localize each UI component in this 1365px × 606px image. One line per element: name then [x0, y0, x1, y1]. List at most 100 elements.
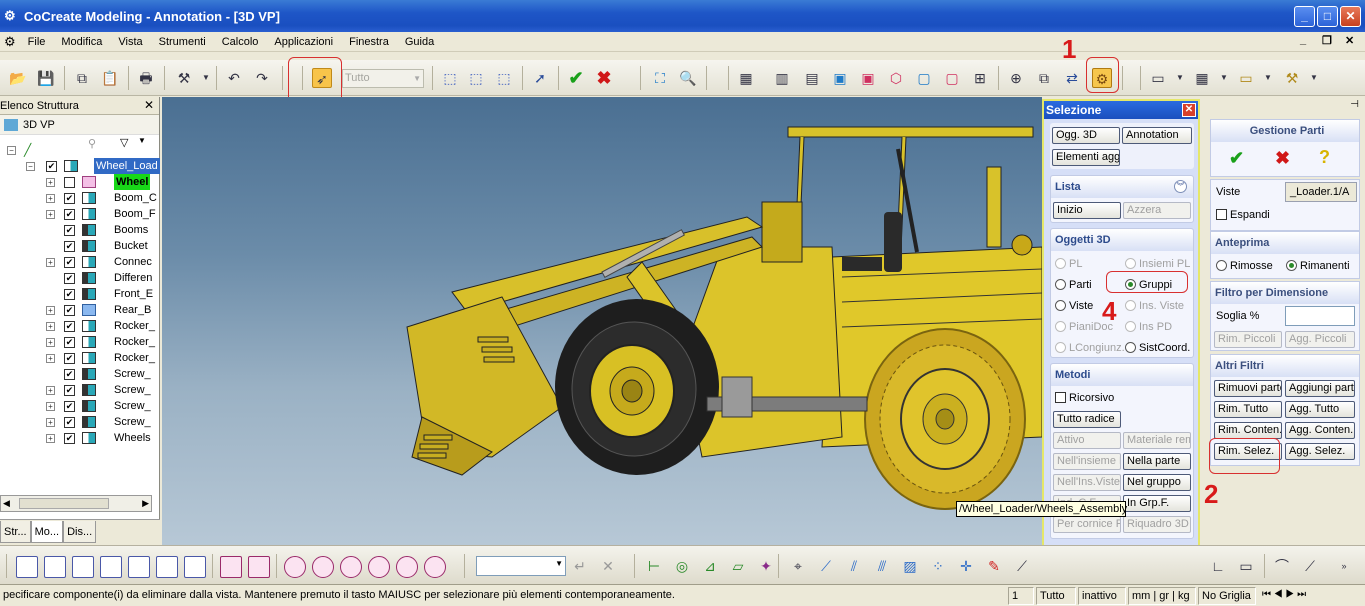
tree-row[interactable]: + ✔ Connec: [0, 254, 160, 270]
nell-insieme-p-button[interactable]: Nell'insieme P: [1053, 453, 1121, 470]
tree-row[interactable]: ✔ Front_E: [0, 286, 160, 302]
binoculars-icon[interactable]: ⚲: [88, 137, 96, 150]
annotation-button[interactable]: Annotation: [1122, 127, 1192, 144]
filter-select[interactable]: Tutto ▼: [342, 69, 424, 88]
expand-toggle-icon[interactable]: +: [46, 386, 55, 395]
expand-toggle-icon[interactable]: +: [46, 338, 55, 347]
doc-gear-icon[interactable]: ⚙: [0, 32, 20, 52]
circle-3pt-icon[interactable]: [312, 556, 334, 578]
agg-piccoli-button[interactable]: Agg. Piccoli: [1285, 331, 1355, 348]
nell-ins-viste-button[interactable]: Nell'Ins.Viste: [1053, 474, 1121, 491]
line-cross-icon[interactable]: [156, 556, 178, 578]
tools-icon[interactable]: ⚒: [1282, 68, 1302, 88]
menu-vista[interactable]: Vista: [110, 32, 150, 52]
construction-tangent-icon[interactable]: [248, 556, 270, 578]
close-button[interactable]: ✕: [1340, 6, 1361, 27]
line-horizontal-icon[interactable]: [44, 556, 66, 578]
parallel-lines-icon[interactable]: ⫽: [844, 556, 864, 576]
per-cornice-f-button[interactable]: Per cornice F: [1053, 516, 1121, 533]
toolbar-more-icon[interactable]: »: [1334, 556, 1354, 576]
rim-conten-button[interactable]: Rim. Conten.: [1214, 422, 1282, 439]
tree-row[interactable]: + ✔ Screw_: [0, 398, 160, 414]
agg-selez-button[interactable]: Agg. Selez.: [1285, 443, 1355, 460]
visibility-checkbox[interactable]: ✔: [64, 385, 75, 396]
circle-tool-icon[interactable]: ◎: [672, 556, 692, 576]
menu-applicazioni[interactable]: Applicazioni: [266, 32, 341, 52]
open-folder-icon[interactable]: 📂: [8, 68, 28, 88]
visibility-checkbox[interactable]: ✔: [64, 257, 75, 268]
dropdown-arrow-icon[interactable]: ▼: [1170, 68, 1190, 88]
tree-row[interactable]: ✔ Bucket: [0, 238, 160, 254]
rectangle-icon[interactable]: ▭: [1236, 556, 1256, 576]
status-grid[interactable]: No Griglia: [1198, 587, 1256, 605]
circle-offset-icon[interactable]: [424, 556, 446, 578]
tree-row[interactable]: + ✔ Wheels: [0, 430, 160, 446]
nella-parte-button[interactable]: Nella parte: [1123, 453, 1191, 470]
line-parallel-icon[interactable]: [128, 556, 150, 578]
visibility-checkbox[interactable]: ✔: [64, 289, 75, 300]
chevron-down-icon[interactable]: ▼: [138, 136, 146, 145]
visibility-checkbox[interactable]: ✔: [64, 433, 75, 444]
tree-row[interactable]: + ✔ Boom_C: [0, 190, 160, 206]
view-box-icon[interactable]: ▣: [830, 68, 850, 88]
ogg-3d-button[interactable]: Ogg. 3D: [1052, 127, 1120, 144]
nel-gruppo-button[interactable]: Nel gruppo: [1123, 474, 1191, 491]
confirm-check-icon[interactable]: ✔: [566, 68, 586, 88]
minimize-button[interactable]: _: [1294, 6, 1315, 27]
line-perpendicular-icon[interactable]: [184, 556, 206, 578]
scroll-thumb[interactable]: [19, 498, 109, 509]
paste-icon[interactable]: 📋: [100, 68, 120, 88]
3d-viewport[interactable]: [162, 97, 1043, 545]
lista-header[interactable]: Lista: [1051, 176, 1193, 198]
selection-close-icon[interactable]: ✕: [1182, 103, 1196, 117]
radio-rimosse[interactable]: Rimosse: [1216, 259, 1273, 273]
tree-row[interactable]: − ✔ Wheel_Load: [0, 158, 160, 174]
inizio-button[interactable]: Inizio: [1053, 202, 1121, 219]
tab-structure[interactable]: Str...: [0, 521, 31, 543]
soglia-input[interactable]: [1285, 306, 1355, 326]
undo-icon[interactable]: ↶: [224, 68, 244, 88]
tree-row[interactable]: + ✔ Rear_B: [0, 302, 160, 318]
tree-row[interactable]: + ✔ Boom_F: [0, 206, 160, 222]
point-tool-icon[interactable]: ⊢: [644, 556, 664, 576]
print-icon[interactable]: 🖶: [136, 68, 156, 88]
scroll-left-icon[interactable]: ◀: [3, 498, 10, 509]
menu-modifica[interactable]: Modifica: [53, 32, 110, 52]
espandi-checkbox[interactable]: Espandi: [1216, 208, 1270, 222]
tree-row[interactable]: + ✔ Rocker_: [0, 318, 160, 334]
panel-close-icon[interactable]: ✕: [144, 98, 154, 112]
screen-icon[interactable]: ▭: [1236, 68, 1256, 88]
visibility-checkbox[interactable]: ✔: [64, 337, 75, 348]
menu-calcolo[interactable]: Calcolo: [214, 32, 267, 52]
chevron-down-icon[interactable]: ▼: [555, 559, 563, 568]
scatter-points-icon[interactable]: ⁘: [928, 556, 948, 576]
tree-row[interactable]: + Wheel: [0, 174, 160, 190]
angle-line-icon[interactable]: ⟋: [816, 556, 836, 576]
menu-strumenti[interactable]: Strumenti: [151, 32, 214, 52]
line-tool-icon[interactable]: ⟋: [1012, 556, 1032, 576]
expand-toggle-icon[interactable]: −: [7, 146, 16, 155]
filter-icon[interactable]: ▽: [120, 136, 128, 149]
tutto-radice-button[interactable]: Tutto radice: [1053, 411, 1121, 428]
ricorsivo-checkbox[interactable]: Ricorsivo: [1055, 391, 1114, 405]
attivo-button[interactable]: Attivo: [1053, 432, 1121, 449]
view-highlight-icon[interactable]: ▣: [858, 68, 878, 88]
visibility-checkbox[interactable]: ✔: [64, 417, 75, 428]
zoom-view-icon[interactable]: 🔍: [678, 68, 698, 88]
visibility-checkbox[interactable]: ✔: [64, 401, 75, 412]
tree-row[interactable]: ✔ Booms: [0, 222, 160, 238]
cube-stack-icon[interactable]: ⧉: [1034, 68, 1054, 88]
circle-fillet-icon[interactable]: [396, 556, 418, 578]
visibility-checkbox[interactable]: ✔: [64, 305, 75, 316]
radio-lcongiunz[interactable]: LCongiunz.: [1055, 341, 1125, 355]
view-frame-icon[interactable]: ▢: [914, 68, 934, 88]
radio-pl[interactable]: PL: [1055, 257, 1082, 271]
trim-tool-icon[interactable]: ⟋: [1300, 556, 1320, 576]
view-frame-red-icon[interactable]: ▢: [942, 68, 962, 88]
menu-guida[interactable]: Guida: [397, 32, 442, 52]
expand-toggle-icon[interactable]: +: [46, 306, 55, 315]
expand-toggle-icon[interactable]: +: [46, 354, 55, 363]
aggiungi-parte-button[interactable]: Aggiungi parte: [1285, 380, 1355, 397]
view-part-icon[interactable]: ⬡: [886, 68, 906, 88]
radio-insiemi-pl[interactable]: Insiemi PL: [1125, 257, 1190, 271]
